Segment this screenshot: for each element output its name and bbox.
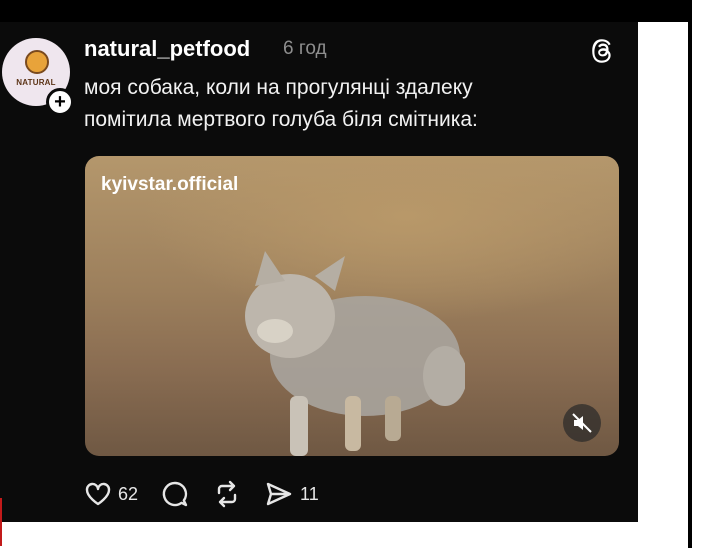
mute-button[interactable] [563,404,601,442]
repost-icon [217,480,237,508]
post-video[interactable]: kyivstar.official [85,156,619,456]
action-bar: 62 11 [84,476,341,512]
avatar-brand-text: NATURAL [16,78,56,87]
threads-logo-icon[interactable] [589,36,617,64]
repost-button[interactable] [212,479,242,509]
threads-post: NATURAL + natural_petfood 6 год моя соба… [0,22,638,546]
post-time: 6 год [283,38,327,59]
comment-bubble-icon [162,481,188,507]
avatar-logo-icon [25,50,49,74]
share-count: 11 [300,483,319,504]
left-edge-accent [0,498,2,546]
top-border [0,0,692,22]
username[interactable]: natural_petfood [84,36,250,62]
like-button[interactable]: 62 [84,480,138,508]
video-watermark: kyivstar.official [101,174,239,195]
follow-button[interactable]: + [46,88,74,116]
comment-button[interactable] [160,479,190,509]
caption-line-2: помітила мертвого голуба біля смітника: [84,108,478,131]
fox-image [245,251,465,456]
right-border [688,0,692,548]
share-button[interactable]: 11 [264,479,319,509]
muted-speaker-icon [572,413,592,433]
like-count: 62 [118,483,139,504]
caption-line-1: моя собака, коли на прогулянці здалеку [84,76,473,99]
post-caption: моя собака, коли на прогулянці здалеку п… [84,72,604,136]
heart-icon [85,482,111,506]
send-icon [266,482,292,506]
